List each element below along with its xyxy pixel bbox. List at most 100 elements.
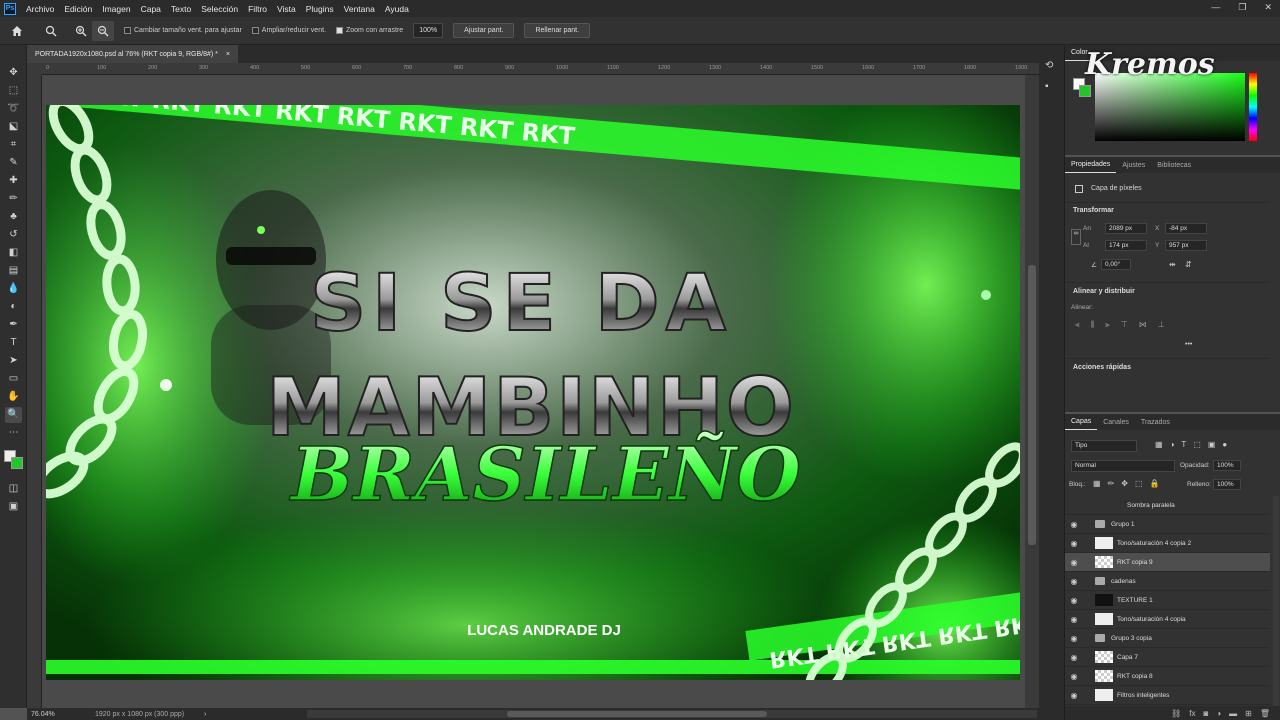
- menu-edicion[interactable]: Edición: [59, 4, 97, 14]
- visibility-eye-icon[interactable]: ◉: [1065, 672, 1083, 681]
- tab-libraries[interactable]: Bibliotecas: [1151, 162, 1197, 169]
- comments-icon[interactable]: ▪: [1045, 81, 1049, 92]
- fill-screen-button[interactable]: Rellenar pant.: [524, 23, 591, 38]
- visibility-eye-icon[interactable]: ◉: [1065, 615, 1083, 624]
- delete-layer-icon[interactable]: 🗑: [1260, 709, 1270, 718]
- tab-adjustments[interactable]: Ajustes: [1116, 162, 1151, 169]
- hand-tool-icon[interactable]: ✋: [5, 389, 22, 405]
- layer-row[interactable]: ◉ Grupo 1: [1065, 515, 1270, 534]
- home-icon[interactable]: [6, 21, 28, 41]
- color-background[interactable]: [1079, 85, 1091, 97]
- visibility-eye-icon[interactable]: ◉: [1065, 558, 1083, 567]
- transform-title[interactable]: Transformar: [1067, 207, 1114, 214]
- restore-button[interactable]: ❐: [1238, 2, 1246, 13]
- layer-row[interactable]: ◉ RKT copia 8: [1065, 667, 1270, 686]
- angle-field[interactable]: 0,00°: [1101, 259, 1131, 270]
- history-icon[interactable]: ⟲: [1045, 60, 1053, 71]
- scrollbar-thumb[interactable]: [1028, 265, 1036, 545]
- scrollbar-thumb[interactable]: [507, 711, 767, 717]
- menu-plugins[interactable]: Plugins: [301, 4, 339, 14]
- crop-tool-icon[interactable]: ⌗: [5, 137, 22, 153]
- type-tool-icon[interactable]: T: [5, 335, 22, 351]
- minimize-button[interactable]: —: [1211, 2, 1220, 13]
- layer-row[interactable]: ◉ Filtros inteligentes: [1065, 686, 1270, 705]
- screen-mode-icon[interactable]: ▣: [5, 499, 22, 515]
- layer-style-icon[interactable]: fx: [1189, 709, 1195, 718]
- link-proportions-icon[interactable]: ∞: [1071, 229, 1081, 245]
- close-window-button[interactable]: ✕: [1264, 2, 1272, 13]
- tab-paths[interactable]: Trazados: [1135, 419, 1176, 426]
- lock-brush-icon[interactable]: ✏: [1108, 479, 1115, 488]
- fill-field[interactable]: 100%: [1213, 479, 1241, 490]
- new-group-icon[interactable]: ▬: [1229, 709, 1237, 718]
- clone-stamp-icon[interactable]: ♣: [5, 209, 22, 225]
- background-color-swatch[interactable]: [11, 457, 23, 469]
- align-center-h-icon[interactable]: ⫼: [1091, 320, 1095, 330]
- zoom-tool-preset-icon[interactable]: [40, 21, 62, 41]
- move-tool-icon[interactable]: ✥: [5, 65, 22, 81]
- align-top-icon[interactable]: ⊤: [1121, 320, 1128, 330]
- visibility-eye-icon[interactable]: ◉: [1065, 596, 1083, 605]
- status-arrow[interactable]: ›: [204, 711, 206, 718]
- filter-smart-icon[interactable]: ▣: [1208, 440, 1216, 449]
- rectangle-tool-icon[interactable]: ▭: [5, 371, 22, 387]
- lock-transparency-icon[interactable]: ▦: [1093, 479, 1101, 488]
- fit-screen-button[interactable]: Ajustar pant.: [453, 23, 515, 38]
- width-field[interactable]: 2089 px: [1105, 223, 1147, 234]
- brush-tool-icon[interactable]: ✏: [5, 191, 22, 207]
- zoom-value-input[interactable]: 100%: [413, 23, 444, 38]
- menu-ayuda[interactable]: Ayuda: [380, 4, 414, 14]
- healing-brush-icon[interactable]: ✚: [5, 173, 22, 189]
- document-tab[interactable]: PORTADA1920x1080.psd al 76% (RKT copia 9…: [27, 45, 238, 63]
- layer-row[interactable]: ◉ RKT copia 9: [1065, 553, 1270, 572]
- align-bottom-icon[interactable]: ⊥: [1158, 320, 1165, 330]
- filter-toggle-icon[interactable]: ●: [1222, 440, 1227, 449]
- visibility-eye-icon[interactable]: ◉: [1065, 539, 1083, 548]
- eyedropper-tool-icon[interactable]: ✎: [5, 155, 22, 171]
- menu-texto[interactable]: Texto: [166, 4, 196, 14]
- add-mask-icon[interactable]: ◙: [1203, 709, 1208, 718]
- marquee-tool-icon[interactable]: ⬚: [5, 83, 22, 99]
- layer-row[interactable]: ◉ Tono/saturación 4 copia: [1065, 610, 1270, 629]
- layer-row[interactable]: Sombra paralela: [1065, 496, 1270, 515]
- filter-type-icon[interactable]: T: [1181, 440, 1186, 449]
- scrubby-zoom-checkbox[interactable]: Zoom con arrastre: [335, 27, 403, 34]
- y-field[interactable]: 957 px: [1165, 240, 1207, 251]
- filter-pixel-icon[interactable]: ▦: [1155, 440, 1163, 449]
- gradient-tool-icon[interactable]: ▤: [5, 263, 22, 279]
- tab-layers[interactable]: Capas: [1065, 415, 1098, 430]
- lock-all-icon[interactable]: 🔒: [1150, 479, 1160, 488]
- layers-scrollbar[interactable]: [1273, 496, 1279, 706]
- filter-shape-icon[interactable]: ⬚: [1193, 440, 1201, 449]
- menu-ventana[interactable]: Ventana: [339, 4, 380, 14]
- filter-adjustment-icon[interactable]: ◑: [1170, 440, 1175, 449]
- align-center-v-icon[interactable]: ⋈: [1139, 320, 1147, 330]
- layer-row[interactable]: ◉ Tono/saturación 4 copia 2: [1065, 534, 1270, 553]
- new-adjustment-icon[interactable]: ◑: [1216, 709, 1221, 718]
- height-field[interactable]: 174 px: [1105, 240, 1147, 251]
- menu-vista[interactable]: Vista: [272, 4, 301, 14]
- opacity-field[interactable]: 100%: [1213, 460, 1241, 471]
- quick-mask-icon[interactable]: ◫: [5, 481, 22, 497]
- color-field[interactable]: [1095, 73, 1245, 141]
- tab-properties[interactable]: Propiedades: [1065, 158, 1117, 173]
- lasso-tool-icon[interactable]: ➰: [5, 101, 22, 117]
- align-right-icon[interactable]: ⫸: [1105, 320, 1110, 330]
- eraser-tool-icon[interactable]: ◧: [5, 245, 22, 261]
- pen-tool-icon[interactable]: ✒: [5, 317, 22, 333]
- object-selection-tool-icon[interactable]: ⬕: [5, 119, 22, 135]
- menu-capa[interactable]: Capa: [136, 4, 166, 14]
- align-title[interactable]: Alinear y distribuir: [1067, 288, 1135, 295]
- quick-actions-title[interactable]: Acciones rápidas: [1067, 364, 1131, 371]
- visibility-eye-icon[interactable]: ◉: [1065, 577, 1083, 586]
- layer-row[interactable]: ◉ Grupo 3 copia: [1065, 629, 1270, 648]
- zoom-level[interactable]: 76.04%: [31, 711, 91, 718]
- new-layer-icon[interactable]: ⊞: [1245, 709, 1252, 718]
- more-tools-icon[interactable]: ⋯: [5, 425, 22, 441]
- align-left-icon[interactable]: ⫷: [1075, 320, 1080, 330]
- layer-row[interactable]: ◉ TEXTURE 1: [1065, 591, 1270, 610]
- horizontal-scrollbar[interactable]: [307, 710, 1037, 718]
- menu-filtro[interactable]: Filtro: [243, 4, 272, 14]
- lock-move-icon[interactable]: ✥: [1121, 479, 1128, 488]
- visibility-eye-icon[interactable]: ◉: [1065, 634, 1083, 643]
